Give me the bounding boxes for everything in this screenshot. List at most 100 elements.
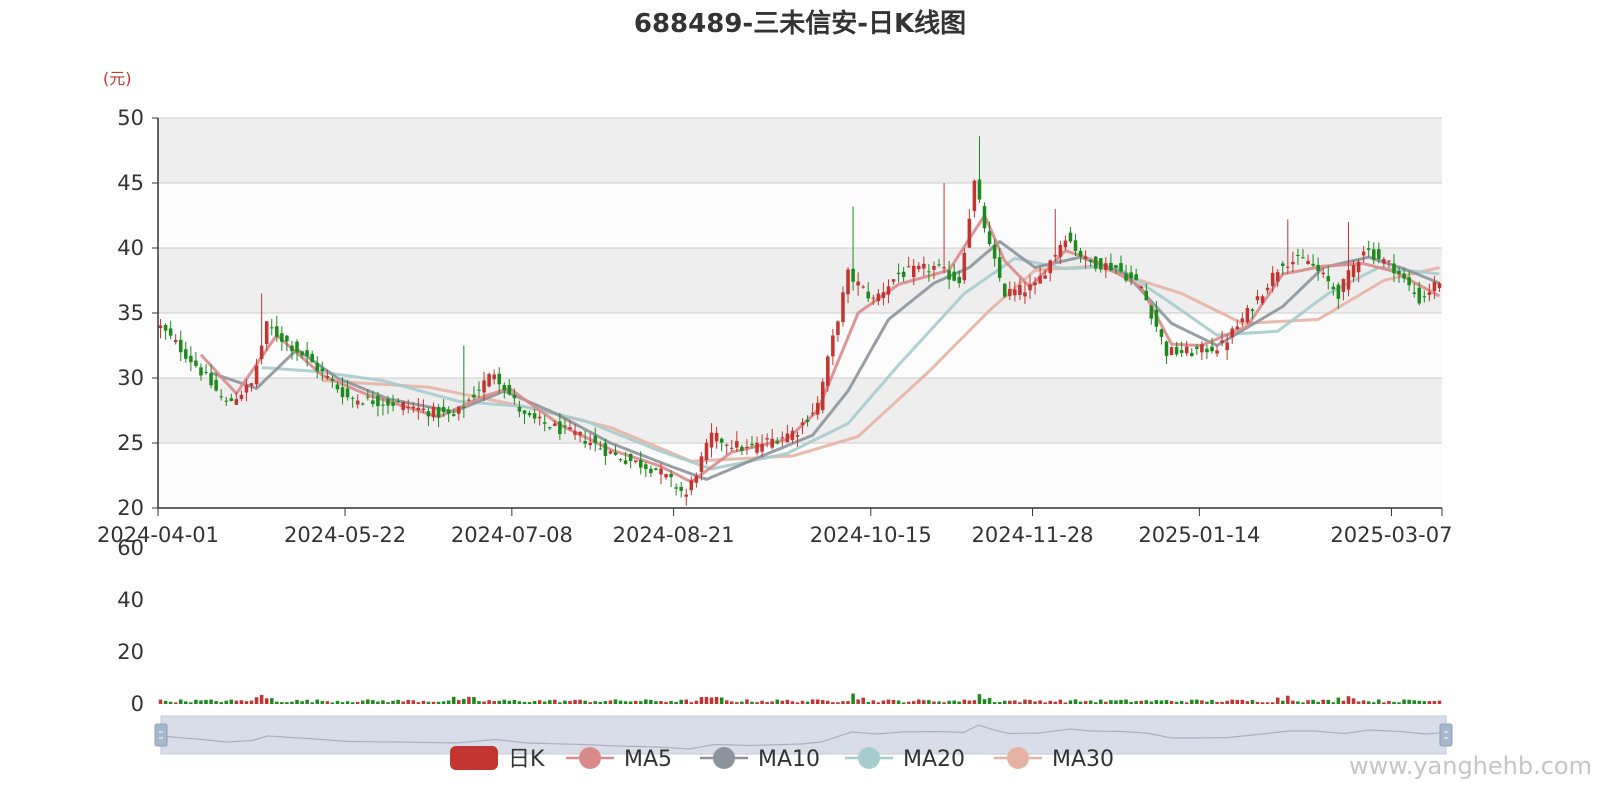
volume-bar [416,702,421,704]
volume-bar [1291,700,1295,704]
volume-bar [517,701,522,704]
volume-bar [163,700,168,704]
volume-bar [497,700,501,704]
volume-bar [295,699,299,704]
volume-bar [229,699,234,704]
volume-bar [1038,700,1042,704]
volume-bar [290,701,294,704]
volume-bar [1437,700,1442,704]
volume-bar [1018,702,1022,704]
zoom-handle-right[interactable] [1439,723,1453,747]
volume-tick-label: 60 [117,536,144,560]
volume-bar [613,699,618,704]
y-tick-label: 50 [117,106,144,130]
volume-bar [1341,700,1346,704]
volume-bar [1417,700,1422,704]
volume-bar [649,699,653,704]
volume-bar [664,701,668,704]
volume-bar [826,700,830,704]
volume-bar [790,701,795,704]
volume-bar [1265,702,1270,704]
volume-bar [1134,701,1138,704]
volume-bar [178,699,183,704]
y-tick-label: 45 [117,171,144,195]
volume-bar [1402,699,1406,704]
x-tick-label: 2025-01-14 [1138,523,1260,547]
volume-bar [573,699,577,704]
volume-bar [760,700,764,704]
volume-bar [199,700,203,704]
legend-item-kline[interactable]: 日K [450,746,545,772]
volume-bar [1078,701,1083,704]
volume-bar [750,701,754,704]
legend-item-ma20[interactable]: MA20 [845,747,965,772]
volume-bar [583,700,587,704]
volume-bar [628,701,633,704]
volume-bar [704,696,709,704]
kline-chart: 688489-三未信安-日K线图 (元) 20 25 30 35 40 45 50 2024-… [97,9,1592,780]
volume-bar [457,700,461,704]
volume-bar [745,699,749,704]
volume-bar [285,702,289,704]
volume-bar [426,701,431,704]
volume-bar [654,701,658,704]
volume-bar [1124,699,1128,704]
volume-bar [350,702,355,704]
volume-bar [1260,702,1265,704]
x-tick-label: 2024-04-01 [97,523,219,547]
volume-bar [856,699,860,704]
volume-bar [1053,701,1058,704]
volume-bar [527,702,532,704]
volume-tick-label: 0 [131,692,144,716]
volume-bar [1013,700,1017,704]
volume-bar [168,701,173,704]
volume-bar [325,701,330,704]
volume-bar [184,701,188,704]
volume-bar [719,697,724,704]
legend-item-ma30[interactable]: MA30 [994,747,1114,772]
volume-bar [1088,700,1093,704]
zoom-handle-left[interactable] [154,723,168,747]
volume-bar [679,699,683,704]
volume-bar [1058,699,1063,704]
y-tick-label: 30 [117,366,144,390]
x-tick-label: 2024-05-22 [284,523,406,547]
volume-bar [1366,701,1371,704]
volume-bar [922,700,926,704]
volume-bar [901,702,906,704]
volume-bar [269,698,274,704]
x-tick-label: 2024-07-08 [451,523,573,547]
volume-bar [1240,699,1245,704]
svg-text:MA30: MA30 [1052,747,1114,772]
volume-bar [866,702,871,704]
volume-bar [1321,699,1325,704]
volume-bar [310,702,314,704]
volume-bar [1144,700,1149,704]
legend-item-ma10[interactable]: MA10 [700,747,820,772]
volume-bar [1179,701,1184,704]
volume-bar [1063,702,1068,704]
volume-bar [1301,702,1305,704]
volume-bar [881,700,886,704]
y-tick-label: 20 [117,496,144,520]
volume-bar [1220,701,1224,704]
volume-bar [1028,699,1032,704]
volume-bar [1336,697,1341,704]
volume-bar [1068,700,1073,704]
volume-bar [729,701,734,704]
volume-bar [805,701,810,704]
volume-bar [1159,700,1164,704]
volume-bar [406,699,410,704]
volume-bar [1129,701,1133,704]
volume-bar [659,701,663,704]
volume-bar [972,700,977,704]
x-tick-label: 2025-03-07 [1330,523,1452,547]
volume-bar [542,701,547,704]
volume-bar [1043,702,1047,704]
volume-bar [1184,702,1189,704]
price-unit-label: (元) [103,69,132,88]
volume-bar [1387,700,1391,704]
volume-bar [1250,700,1255,704]
volume-bar [1397,702,1401,704]
volume-bar [831,702,835,704]
